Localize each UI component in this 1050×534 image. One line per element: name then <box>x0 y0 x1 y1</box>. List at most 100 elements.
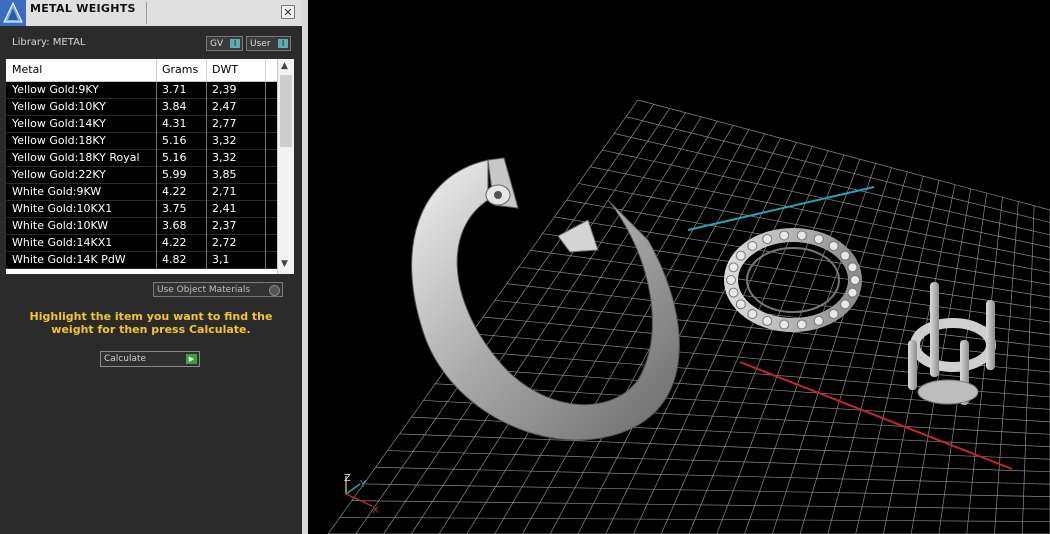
metal-weights-panel: METAL WEIGHTS ✕ Library: METAL GV I User… <box>0 0 302 534</box>
viewport-canvas[interactable]: Z Y X <box>308 0 1050 534</box>
table-row[interactable]: Yellow Gold:10KY 3.84 2,47 <box>6 99 277 116</box>
halo-bead <box>735 299 746 310</box>
cell-divider <box>265 201 266 218</box>
dwt-cell: 2,72 <box>212 236 237 249</box>
cell-divider <box>156 116 157 133</box>
calculate-label: Calculate <box>104 354 147 364</box>
grams-cell: 5.16 <box>162 151 187 164</box>
cell-divider <box>265 82 266 99</box>
cell-divider <box>206 218 207 235</box>
user-toggle-button[interactable]: User I <box>246 36 291 51</box>
cell-divider <box>206 133 207 150</box>
grid-line <box>339 516 1050 522</box>
scroll-thumb[interactable] <box>280 75 292 147</box>
column-header-dwt[interactable]: DWT <box>212 63 238 76</box>
play-icon: ▶ <box>186 354 197 364</box>
library-label: Library: METAL <box>12 37 86 48</box>
scroll-down-icon[interactable]: ▼ <box>281 259 288 269</box>
halo-bead <box>779 230 790 241</box>
metal-cell: Yellow Gold:18KY Royal <box>12 151 140 164</box>
grams-cell: 4.82 <box>162 253 187 266</box>
grid-line <box>387 450 1050 473</box>
cell-divider <box>206 252 207 269</box>
cell-divider <box>156 252 157 269</box>
metal-cell: Yellow Gold:18KY <box>12 134 106 147</box>
cell-divider <box>206 201 207 218</box>
cell-divider <box>265 116 266 133</box>
dwt-cell: 3,32 <box>212 151 237 164</box>
cell-divider <box>156 184 157 201</box>
dwt-cell: 2,39 <box>212 83 237 96</box>
cell-divider <box>156 99 157 116</box>
column-header-metal[interactable]: Metal <box>12 63 42 76</box>
table-row[interactable]: White Gold:10KX1 3.75 2,41 <box>6 201 277 218</box>
cell-divider <box>265 184 266 201</box>
grams-cell: 3.68 <box>162 219 187 232</box>
table-row[interactable]: White Gold:10KW 3.68 2,37 <box>6 218 277 235</box>
table-row[interactable]: White Gold:14K PdW 4.82 3,1 <box>6 252 277 269</box>
panel-title: METAL WEIGHTS <box>30 2 136 15</box>
dwt-cell: 3,85 <box>212 168 237 181</box>
scroll-up-icon[interactable]: ▲ <box>281 61 288 71</box>
grid-line <box>1021 205 1035 534</box>
cell-divider <box>156 218 157 235</box>
cell-divider <box>156 82 157 99</box>
use-object-materials-toggle[interactable]: Use Object Materials <box>153 282 283 297</box>
gv-info-icon: I <box>230 39 240 48</box>
radio-icon[interactable] <box>269 285 280 296</box>
grams-cell: 5.99 <box>162 168 187 181</box>
table-row[interactable]: Yellow Gold:18KY Royal 5.16 3,32 <box>6 150 277 167</box>
halo-bead <box>847 287 858 298</box>
grid-line <box>351 500 1050 510</box>
halo-bead <box>728 287 739 298</box>
table-row[interactable]: Yellow Gold:22KY 5.99 3,85 <box>6 167 277 184</box>
table-row[interactable]: White Gold:9KW 4.22 2,71 <box>6 184 277 201</box>
table-row[interactable]: Yellow Gold:18KY 5.16 3,32 <box>6 133 277 150</box>
halo-bead <box>847 262 858 273</box>
3d-viewport[interactable]: Z Y X <box>308 0 1050 534</box>
user-info-icon: I <box>278 39 288 48</box>
cell-divider <box>265 167 266 184</box>
panel-titlebar: METAL WEIGHTS ✕ <box>0 0 302 26</box>
x-axis-line <box>739 361 1013 470</box>
table-row[interactable]: Yellow Gold:9KY 3.71 2,39 <box>6 82 277 99</box>
metal-weights-table: Metal Grams DWT Yellow Gold:9KY 3.71 2,39 Y… <box>6 59 294 274</box>
dwt-cell: 3,1 <box>212 253 230 266</box>
cell-divider <box>206 116 207 133</box>
grams-cell: 4.22 <box>162 236 187 249</box>
title-separator <box>146 2 147 24</box>
column-header-grams[interactable]: Grams <box>162 63 198 76</box>
metal-cell: Yellow Gold:22KY <box>12 168 106 181</box>
cell-divider <box>206 99 207 116</box>
cell-divider <box>206 184 207 201</box>
calculate-button[interactable]: Calculate ▶ <box>100 351 200 367</box>
grams-cell: 5.16 <box>162 134 187 147</box>
halo-bead <box>840 250 851 261</box>
halo-bead <box>747 309 758 320</box>
gv-toggle-button[interactable]: GV I <box>206 36 243 51</box>
grams-cell: 4.31 <box>162 117 187 130</box>
table-scrollbar[interactable]: ▲ ▼ <box>277 59 294 274</box>
halo-bead <box>762 234 773 245</box>
halo-bead <box>850 275 860 285</box>
axis-gizmo: Z Y X <box>344 473 379 516</box>
grams-cell: 4.22 <box>162 185 187 198</box>
metal-cell: Yellow Gold:10KY <box>12 100 106 113</box>
table-row[interactable]: Yellow Gold:14KY 4.31 2,77 <box>6 116 277 133</box>
halo-bead <box>762 315 773 326</box>
grid-line <box>994 201 1019 534</box>
halo-bead <box>828 309 839 320</box>
table-row[interactable]: White Gold:14KX1 4.22 2,72 <box>6 235 277 252</box>
close-button[interactable]: ✕ <box>281 5 295 19</box>
cell-divider <box>206 167 207 184</box>
halo-bead <box>813 315 824 326</box>
table-body: Yellow Gold:9KY 3.71 2,39 Yellow Gold:10KY 3… <box>6 82 277 269</box>
instruction-text: Highlight the item you want to find the … <box>29 310 273 336</box>
metal-cell: Yellow Gold:14KY <box>12 117 106 130</box>
halo-bead <box>747 240 758 251</box>
dwt-cell: 2,47 <box>212 100 237 113</box>
cell-divider <box>156 133 157 150</box>
grams-cell: 3.84 <box>162 100 187 113</box>
cell-divider <box>156 150 157 167</box>
table-header: Metal Grams DWT <box>6 59 277 82</box>
